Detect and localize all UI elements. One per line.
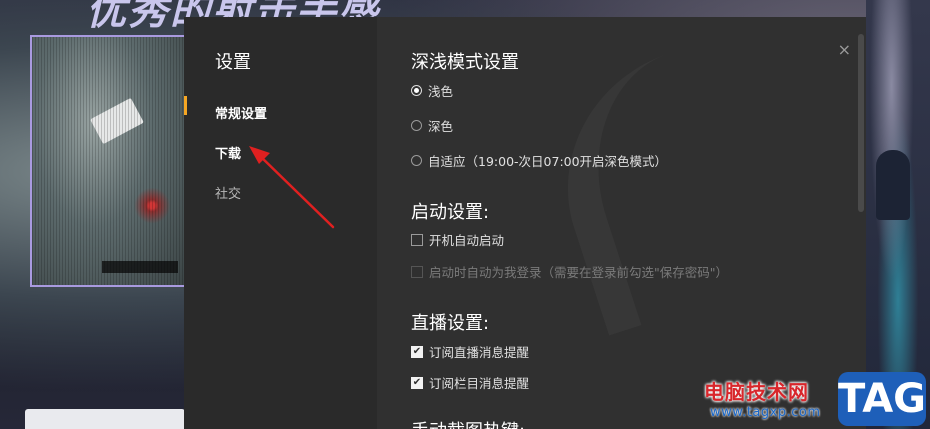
watermark-tag-logo: TAG [838,372,926,426]
checkbox-label: 启动时自动为我登录（需要在登录前勾选"保存密码"） [429,265,729,280]
right-background-art [866,0,930,429]
radio-option-label: 自适应（19:00-次日07:00开启深色模式） [428,154,668,169]
checkbox-label: 订阅栏目消息提醒 [429,376,530,391]
checkbox-auto-login: 启动时自动为我登录（需要在登录前勾选"保存密码"） [411,262,728,281]
section-title-theme: 深浅模式设置 [411,52,519,73]
bottom-panel-edge [25,409,185,429]
checkbox-auto-start[interactable]: 开机自动启动 [411,230,504,249]
character-silhouette [876,150,910,220]
radio-option-dark[interactable]: 深色 [411,116,453,135]
watermark-site-name: 电脑技术网 [704,380,809,404]
radio-checked-icon [411,85,422,96]
nav-item-download[interactable]: 下载 [215,143,241,162]
settings-sidebar: 设置 常规设置 下载 社交 [184,17,377,429]
nav-item-general[interactable]: 常规设置 [215,103,267,122]
settings-dialog: 设置 常规设置 下载 社交 × 深浅模式设置 浅色 深色 自适应（19:00-次… [184,17,866,429]
section-title-startup: 启动设置: [411,202,490,223]
radio-option-label: 深色 [428,119,454,134]
section-title-hotkey: 手动截图热键: [411,417,525,429]
radio-unchecked-icon [411,155,422,166]
active-nav-indicator [184,96,187,115]
settings-content: 深浅模式设置 浅色 深色 自适应（19:00-次日07:00开启深色模式） 启动… [411,17,866,429]
radio-option-adaptive[interactable]: 自适应（19:00-次日07:00开启深色模式） [411,151,667,170]
radio-option-light[interactable]: 浅色 [411,81,453,100]
site-watermark: 电脑技术网 www.tagxp.com TAG [704,370,930,429]
checkbox-live-notify[interactable]: ✔ 订阅直播消息提醒 [411,342,529,361]
thumbnail-overlay-bar [102,261,178,273]
checkbox-column-notify[interactable]: ✔ 订阅栏目消息提醒 [411,373,529,392]
radio-option-label: 浅色 [428,84,454,99]
video-thumbnail[interactable] [30,35,188,287]
checkbox-disabled-icon [411,265,423,278]
dialog-title: 设置 [215,52,251,73]
checkbox-label: 开机自动启动 [429,233,505,248]
watermark-url: www.tagxp.com [710,405,821,420]
radio-unchecked-icon [411,120,422,131]
section-title-live: 直播设置: [411,313,490,334]
thumbnail-card-shape [90,97,144,145]
checkbox-unchecked-icon [411,233,423,246]
checkbox-label: 订阅直播消息提醒 [429,345,530,360]
nav-item-social[interactable]: 社交 [215,183,241,202]
checkmark-icon: ✔ [411,376,423,389]
checkmark-icon: ✔ [411,345,423,358]
